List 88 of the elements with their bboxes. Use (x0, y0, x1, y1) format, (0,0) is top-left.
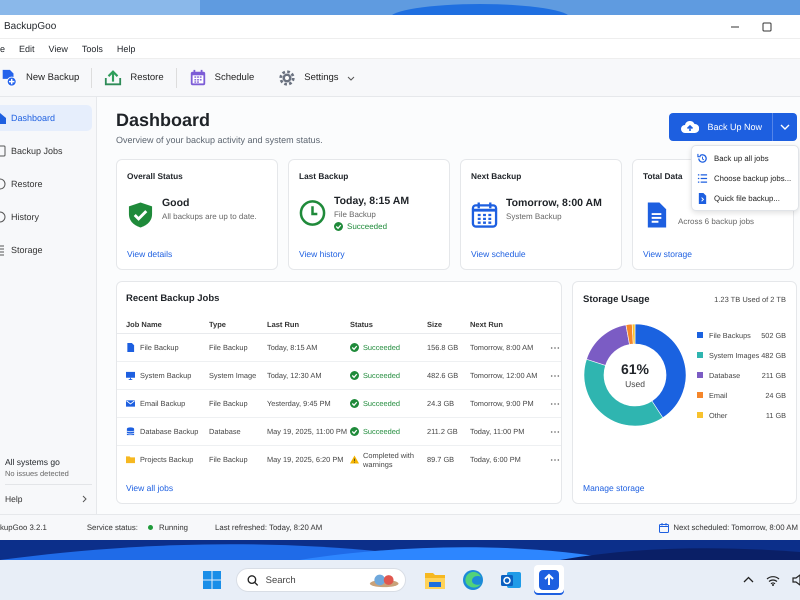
database-icon (126, 427, 135, 436)
check-icon (350, 399, 359, 408)
warning-icon (350, 455, 359, 464)
upload-icon (538, 569, 560, 591)
link[interactable]: View history (299, 249, 345, 259)
browser-icon (462, 569, 484, 591)
wifi-icon[interactable] (766, 574, 780, 586)
card-title: Storage Usage (583, 294, 650, 305)
menu-item[interactable]: Edit (19, 44, 35, 54)
search-input[interactable]: Search (266, 574, 362, 586)
arc-icon (0, 178, 6, 190)
toolbar-button[interactable]: Restore (92, 62, 176, 92)
page-subtitle: Overview of your backup activity and system status. (116, 135, 323, 145)
sidebar-item[interactable]: Restore (0, 171, 92, 197)
sidebar-item[interactable]: Backup Jobs (0, 138, 92, 164)
check-icon (350, 371, 359, 380)
sidebar-item[interactable]: Dashboard (0, 105, 92, 131)
windows-start-icon[interactable] (202, 570, 222, 590)
list-icon (697, 172, 708, 184)
shield-icon (127, 201, 154, 229)
card-title: Total Data (643, 171, 682, 181)
card-title: Overall Status (127, 171, 183, 181)
more-icon[interactable] (550, 430, 560, 434)
menu-item[interactable]: Help (116, 44, 136, 54)
menu-item[interactable]: View (48, 44, 68, 54)
page-title: Dashboard (116, 110, 212, 131)
search-highlight-icon (368, 572, 399, 588)
card-subtitle: System Backup (506, 212, 562, 221)
search-icon (247, 574, 259, 586)
back-up-now-button[interactable]: Back Up Now (669, 113, 772, 141)
card-value: Good (162, 197, 190, 209)
search-bar[interactable]: Search (236, 568, 406, 592)
card-subtitle: All backups are up to date. (162, 212, 257, 221)
menu-item[interactable]: e (0, 44, 6, 54)
cloud-upload-icon (681, 120, 700, 134)
speaker-icon[interactable] (792, 574, 800, 586)
file-icon (126, 343, 135, 352)
chevron-right-icon (82, 495, 88, 503)
maximize-icon[interactable] (762, 22, 772, 32)
check-icon (334, 222, 343, 231)
monitor-icon (126, 371, 135, 380)
folder-icon (126, 455, 135, 464)
check-icon (350, 427, 359, 436)
usage-label: Used (625, 379, 645, 389)
toolbar-button[interactable]: Schedule (176, 62, 266, 92)
link[interactable]: View details (127, 249, 172, 259)
settings-icon (278, 68, 296, 86)
caret-icon (780, 124, 790, 130)
calendar-icon (188, 68, 207, 86)
card-value: Today, 8:15 AM (334, 195, 410, 207)
check-icon (350, 343, 359, 352)
link[interactable]: Manage storage (583, 483, 644, 493)
mail-icon (126, 399, 135, 408)
file-icon (697, 192, 708, 204)
dropdown-button[interactable] (772, 113, 797, 141)
link[interactable]: View all jobs (126, 483, 174, 493)
more-icon[interactable] (550, 458, 560, 462)
card-subtitle: File Backup (334, 210, 376, 219)
card-title: Recent Backup Jobs (125, 293, 220, 304)
toolbar-button[interactable]: New Backup (0, 62, 92, 92)
link[interactable]: View storage (643, 249, 692, 259)
more-icon[interactable] (550, 374, 560, 378)
clock-icon (299, 199, 326, 227)
window-title: BackupGoo (4, 21, 56, 32)
link[interactable]: View schedule (471, 249, 526, 259)
menu-item[interactable]: Tools (82, 44, 103, 54)
calendar-icon (659, 522, 670, 532)
upload-icon (104, 68, 122, 86)
status-label: Succeeded (347, 222, 388, 231)
sidebar-item[interactable]: History (0, 204, 92, 230)
toolbar-button[interactable]: Settings (266, 62, 367, 92)
chevron-up-icon[interactable] (743, 576, 754, 584)
sidebar-item[interactable]: Storage (0, 237, 92, 263)
system-status-title: All systems go (5, 457, 61, 467)
calendar-icon (471, 201, 498, 229)
more-icon[interactable] (550, 402, 560, 406)
card-value: Tomorrow, 8:00 AM (506, 197, 602, 209)
lines-icon (0, 244, 6, 256)
home-icon (0, 112, 6, 124)
taskbar-app[interactable] (534, 565, 564, 595)
usage-percent: 61% (620, 361, 650, 377)
more-icon[interactable] (550, 346, 560, 350)
card-title: Next Backup (471, 171, 522, 181)
card-title: Last Backup (299, 171, 348, 181)
history-icon (697, 152, 708, 164)
mail-icon (500, 569, 522, 591)
help-item[interactable]: Help (5, 485, 92, 504)
card-subtitle: Across 6 backup jobs (678, 217, 754, 226)
